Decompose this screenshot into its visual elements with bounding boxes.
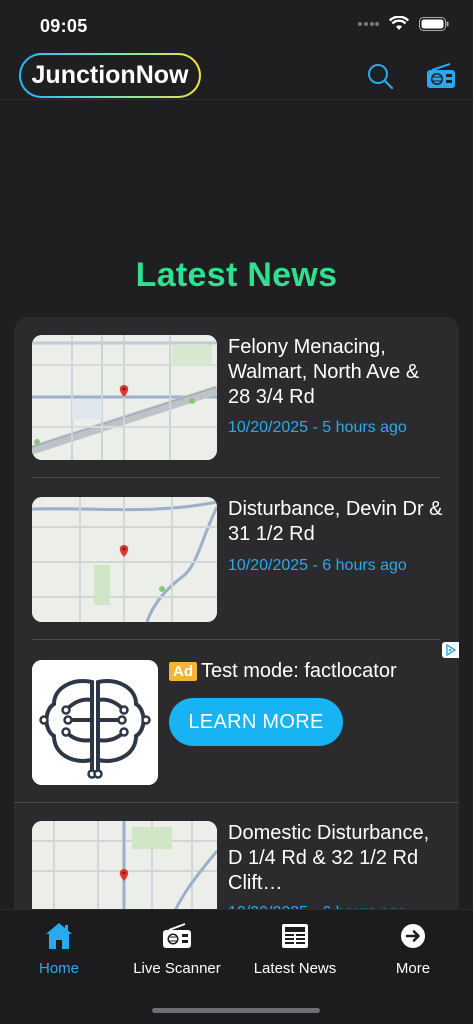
status-bar: 09:05 (0, 0, 473, 50)
tab-latest-news[interactable]: Latest News (236, 918, 354, 977)
ad-image[interactable] (32, 660, 158, 785)
map-thumbnail (32, 497, 217, 622)
search-button[interactable] (366, 62, 396, 92)
news-timestamp: 10/20/2025 - 5 hours ago (228, 419, 407, 436)
learn-more-button[interactable]: LEARN MORE (169, 698, 343, 746)
wifi-icon (389, 16, 409, 30)
news-timestamp: 10/20/2025 - 6 hours ago (228, 557, 407, 574)
news-title: Felony Menacing, Walmart, North Ave & 28… (228, 336, 420, 408)
tab-bar: Home Live Scanner Latest News More (0, 909, 473, 1024)
news-title: Disturbance, Devin Dr & 31 1/2 Rd (228, 498, 443, 545)
tab-home[interactable]: Home (0, 918, 118, 977)
signal-icon (358, 21, 379, 26)
app-header: JunctionNow (0, 50, 473, 100)
adchoices-button[interactable] (442, 642, 459, 658)
news-item[interactable]: Felony Menacing, Walmart, North Ave & 28… (14, 317, 459, 477)
tab-label: Home (38, 960, 79, 977)
ad-title[interactable]: Test mode: factlocator (201, 660, 397, 683)
home-indicator (152, 1008, 320, 1013)
battery-icon (419, 16, 449, 31)
news-title: Domestic Disturbance, D 1/4 Rd & 32 1/2 … (228, 822, 430, 894)
map-thumbnail (32, 335, 217, 460)
tab-label: Latest News (253, 960, 337, 977)
search-icon (368, 64, 394, 90)
tab-label: More (395, 960, 431, 977)
adchoices-icon (445, 644, 456, 656)
app-logo[interactable]: JunctionNow (19, 53, 201, 98)
tab-more[interactable]: More (354, 918, 472, 977)
news-panel: Felony Menacing, Walmart, North Ave & 28… (14, 317, 459, 937)
divider (32, 639, 440, 640)
radio-icon (163, 923, 191, 948)
tab-live-scanner[interactable]: Live Scanner (118, 918, 236, 977)
status-icons (357, 16, 449, 31)
arrow-circle-icon (401, 924, 425, 948)
radio-icon (427, 63, 455, 88)
newspaper-icon (282, 924, 308, 948)
radio-button[interactable] (424, 62, 458, 92)
tab-label: Live Scanner (133, 960, 221, 977)
news-item[interactable]: Disturbance, Devin Dr & 31 1/2 Rd 10/20/… (14, 477, 459, 639)
brain-icon (32, 660, 158, 785)
page-title: Latest News (135, 256, 338, 294)
status-time: 09:05 (40, 16, 88, 36)
ad-badge: Ad (169, 662, 197, 681)
home-icon (46, 923, 72, 949)
